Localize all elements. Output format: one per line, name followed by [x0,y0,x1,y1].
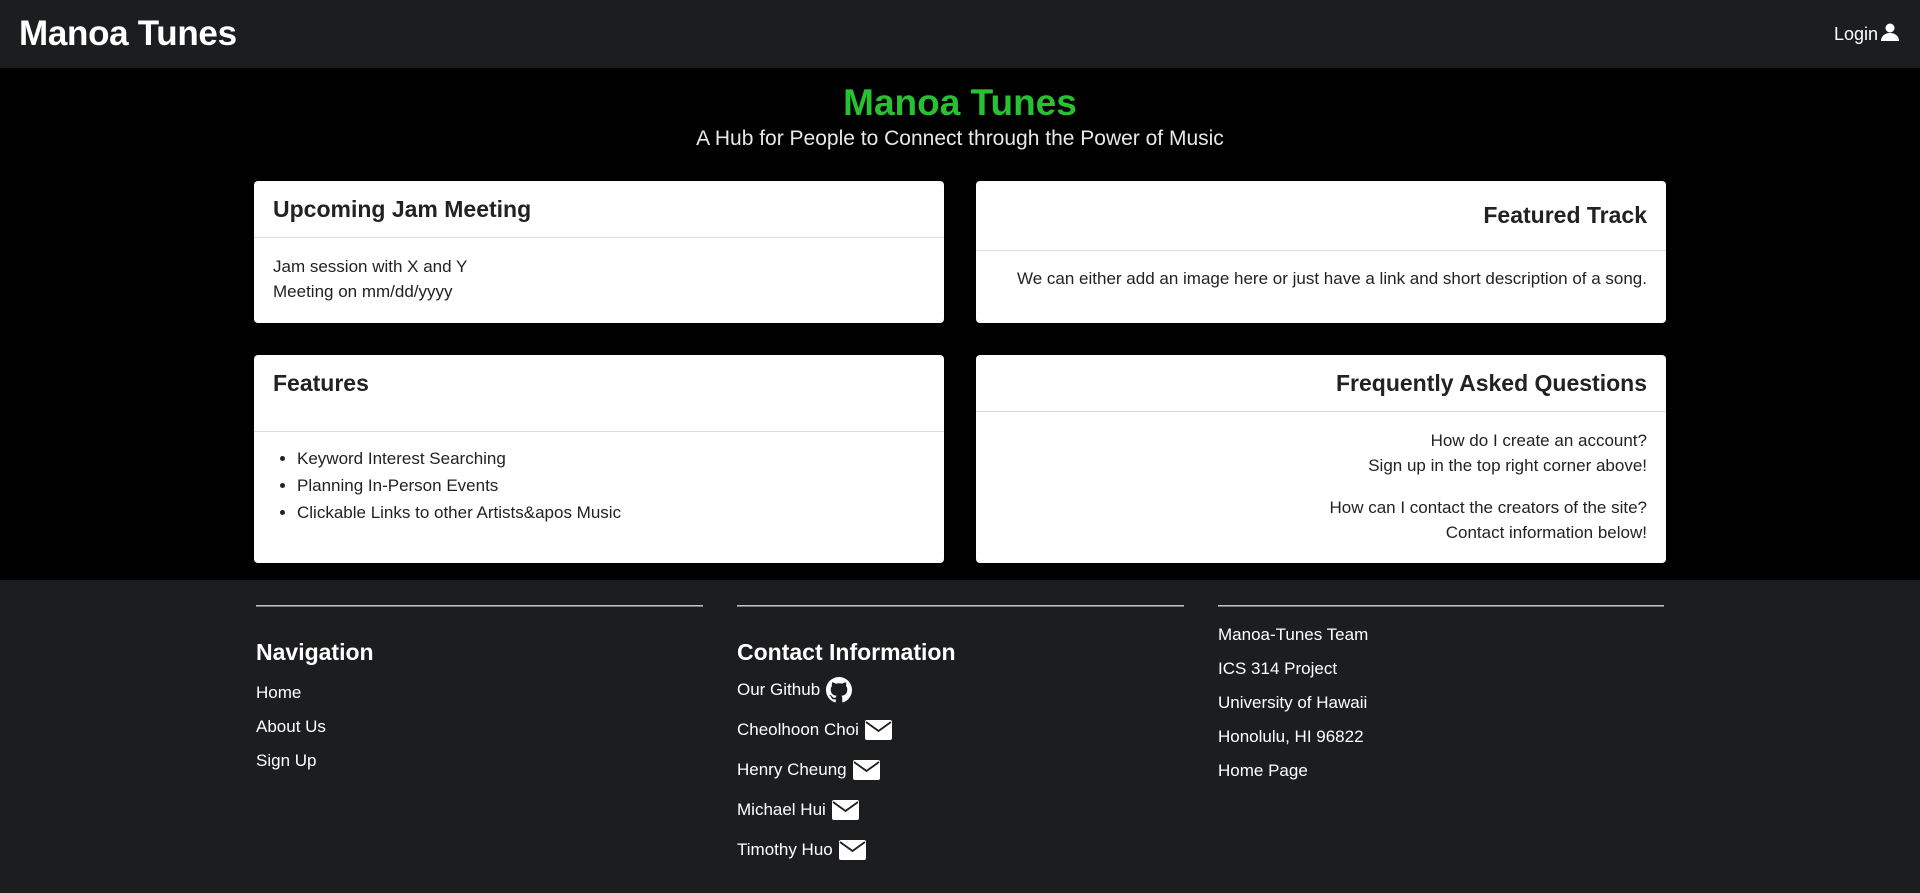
mail-icon [864,720,892,740]
jam-meeting-card: Upcoming Jam Meeting Jam session with X … [254,181,944,323]
list-item: Planning In-Person Events [297,472,925,499]
login-button[interactable]: Login [1834,22,1900,47]
footer-contact: Contact Information Our Github Cheolhoon… [737,605,1184,870]
mail-icon [852,760,880,780]
mail-icon [838,840,866,860]
meeting-date-line: Meeting on mm/dd/yyyy [273,282,453,301]
mail-icon [831,800,859,820]
contact-email-link[interactable]: Cheolhoon Choi [737,710,1184,750]
footer-link-home[interactable]: Home [256,676,703,710]
footer-heading: Navigation [256,639,374,665]
contact-email-link[interactable]: Michael Hui [737,790,1184,830]
team-name: Manoa-Tunes Team [1218,625,1369,644]
contact-name: Cheolhoon Choi [737,720,859,739]
address: Honolulu, HI 96822 [1218,727,1364,746]
card-title: Upcoming Jam Meeting [254,181,944,238]
featured-track-text: We can either add an image here or just … [1016,269,1647,288]
jam-session-line: Jam session with X and Y [273,257,468,276]
card-body: Jam session with X and Y Meeting on mm/d… [254,238,944,304]
hero-title: Manoa Tunes [843,82,1077,123]
brand-link[interactable]: Manoa Tunes [19,14,237,54]
footer-heading: Contact Information [737,639,956,665]
footer-navigation: Navigation Home About Us Sign Up [256,605,703,778]
card-body: How do I create an account? Sign up in t… [976,412,1666,545]
hero-subtitle: A Hub for People to Connect through the … [696,127,1224,150]
cards-area: Upcoming Jam Meeting Jam session with X … [0,181,1920,580]
footer-link-about-us[interactable]: About Us [256,710,703,744]
divider [737,605,1184,607]
project-name: ICS 314 Project [1218,659,1338,678]
faq-answer: Sign up in the top right corner above! [1368,456,1647,475]
contact-email-link[interactable]: Timothy Huo [737,830,1184,870]
university-name: University of Hawaii [1218,693,1368,712]
faq-question: How can I contact the creators of the si… [1329,498,1648,517]
faq-answer: Contact information below! [1445,523,1647,542]
faq-question: How do I create an account? [1430,431,1647,450]
github-label: Our Github [737,680,821,699]
login-label: Login [1833,23,1878,44]
card-title: Features [254,355,944,432]
contact-name: Michael Hui [737,800,826,819]
contact-name: Henry Cheung [737,760,847,779]
hero-section: Manoa Tunes A Hub for People to Connect … [0,68,1920,181]
card-title: Frequently Asked Questions [976,355,1666,412]
divider [256,605,703,607]
navbar: Manoa Tunes Login [0,0,1920,68]
featured-track-card: Featured Track We can either add an imag… [976,181,1666,323]
contact-name: Timothy Huo [737,840,833,859]
footer: Navigation Home About Us Sign Up Contact… [0,580,1920,893]
card-body: Keyword Interest Searching Planning In-P… [254,432,944,526]
features-list: Keyword Interest Searching Planning In-P… [275,445,925,526]
user-icon [1880,22,1900,47]
footer-team: Manoa-Tunes Team ICS 314 Project Univers… [1218,605,1664,788]
features-card: Features Keyword Interest Searching Plan… [254,355,944,563]
contact-email-link[interactable]: Henry Cheung [737,750,1184,790]
card-title: Featured Track [976,181,1666,251]
list-item: Clickable Links to other Artists&apos Mu… [297,499,925,526]
github-link[interactable]: Our Github [737,670,1184,710]
list-item: Keyword Interest Searching [297,445,925,472]
home-page-link[interactable]: Home Page [1218,754,1664,788]
footer-link-sign-up[interactable]: Sign Up [256,744,703,778]
faq-card: Frequently Asked Questions How do I crea… [976,355,1666,563]
github-icon [826,677,853,703]
